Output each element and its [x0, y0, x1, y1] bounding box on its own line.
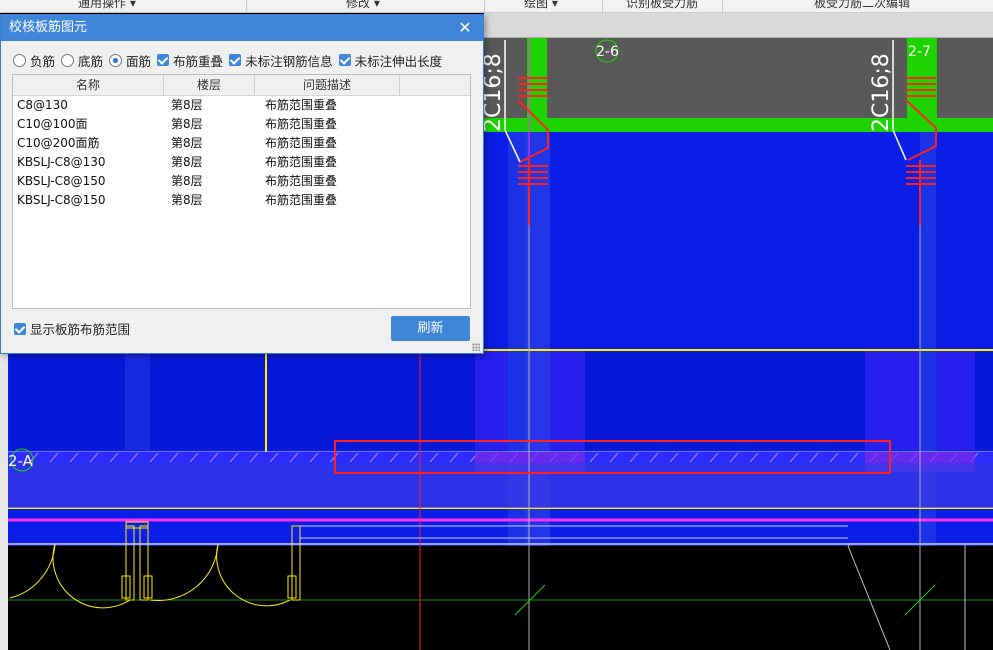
table-row[interactable]: C8@130 第8层 布筋范围重叠: [13, 96, 470, 115]
ribbon-divider: [246, 0, 247, 12]
axis-label-2-A[interactable]: 2-A: [8, 452, 34, 470]
table-row[interactable]: KBSLJ-C8@130 第8层 布筋范围重叠: [13, 153, 470, 172]
table-header: 名称 楼层 问题描述: [13, 75, 470, 96]
cell-name: C10@100面: [17, 117, 88, 131]
cell-floor: 第8层: [171, 98, 203, 112]
ribbon-divider: [484, 0, 485, 12]
radio-negative-label: 负筋: [30, 53, 56, 69]
cell-name: KBSLJ-C8@150: [17, 174, 106, 188]
checkbox-unlabeled-label: 未标注钢筋信息: [245, 53, 333, 69]
ribbon-group-general[interactable]: 通用操作 ▾: [78, 0, 136, 12]
rebar-label-left[interactable]: 2C16;8: [481, 53, 506, 132]
refresh-button[interactable]: 刷新: [391, 316, 470, 341]
cell-floor: 第8层: [171, 117, 203, 131]
radio-bottom-label: 底筋: [78, 53, 104, 69]
column-header-issue[interactable]: 问题描述: [255, 75, 400, 95]
cell-issue: 布筋范围重叠: [265, 98, 338, 112]
issues-table[interactable]: 名称 楼层 问题描述 C8@130 第8层 布筋范围重叠 C10@100面 第8…: [12, 74, 471, 309]
cell-issue: 布筋范围重叠: [265, 117, 338, 131]
checkbox-show-range[interactable]: 显示板筋布筋范围: [14, 319, 130, 338]
cell-floor: 第8层: [171, 155, 203, 169]
ribbon-recognize-rebar[interactable]: 识别板受力筋: [626, 0, 698, 12]
ribbon-group-draw[interactable]: 绘图 ▾: [524, 0, 558, 12]
table-row[interactable]: C10@200面筋 第8层 布筋范围重叠: [13, 134, 470, 153]
lower-area: [8, 546, 993, 650]
cell-issue: 布筋范围重叠: [265, 136, 338, 150]
checkbox-checked-icon[interactable]: [157, 54, 170, 66]
ribbon-rebar-edit[interactable]: 板受力筋二次编辑: [814, 0, 910, 12]
dialog-title: 校核板筋图元: [9, 20, 88, 35]
checkbox-extension-length[interactable]: 未标注伸出长度: [338, 51, 443, 70]
cell-issue: 布筋范围重叠: [265, 193, 338, 207]
ribbon-toolbar: 通用操作 ▾ 修改 ▾ 绘图 ▾ 识别板受力筋 板受力筋二次编辑: [0, 0, 993, 13]
axis-label-2-6[interactable]: 2-6: [596, 44, 619, 60]
column-2-6[interactable]: [527, 38, 547, 123]
cell-name: C8@130: [17, 98, 68, 112]
close-icon[interactable]: ✕: [457, 15, 473, 41]
checkbox-overlap-label: 布筋重叠: [173, 53, 224, 69]
cell-name: C10@200面筋: [17, 136, 100, 150]
column-header-name[interactable]: 名称: [13, 75, 164, 95]
radio-circle-icon[interactable]: [61, 53, 75, 67]
checkbox-checked-icon[interactable]: [338, 54, 351, 66]
table-row[interactable]: C10@100面 第8层 布筋范围重叠: [13, 115, 470, 134]
checkbox-checked-icon[interactable]: [229, 54, 242, 66]
radio-circle-icon[interactable]: [13, 53, 26, 67]
cell-floor: 第8层: [171, 193, 203, 207]
table-row[interactable]: KBSLJ-C8@150 第8层 布筋范围重叠: [13, 191, 470, 210]
checkbox-overlap[interactable]: 布筋重叠: [157, 51, 223, 70]
axis-label-2-7[interactable]: 2-7: [908, 44, 931, 60]
checkbox-show-range-label: 显示板筋布筋范围: [30, 322, 131, 337]
cell-name: KBSLJ-C8@130: [17, 155, 106, 169]
ribbon-group-modify[interactable]: 修改 ▾: [346, 0, 380, 12]
checkbox-checked-icon[interactable]: [14, 322, 26, 335]
table-row[interactable]: KBSLJ-C8@150 第8层 布筋范围重叠: [13, 172, 470, 191]
cell-issue: 布筋范围重叠: [265, 155, 338, 169]
cell-issue: 布筋范围重叠: [265, 174, 338, 188]
ribbon-divider: [602, 0, 603, 12]
ribbon-divider: [722, 0, 723, 12]
checkbox-unlabeled-info[interactable]: 未标注钢筋信息: [229, 51, 333, 70]
radio-bottom-rebar[interactable]: 底筋: [61, 51, 103, 70]
column-header-floor[interactable]: 楼层: [164, 75, 255, 95]
resize-grip-icon[interactable]: [472, 343, 480, 351]
checkbox-extension-label: 未标注伸出长度: [354, 53, 443, 69]
rebar-label-right[interactable]: 2C16;8: [869, 53, 894, 132]
secondary-toolbar: [484, 13, 993, 38]
filter-options: 负筋 底筋 面筋 布筋重叠 未标注钢筋信息 未标注伸出长度: [13, 50, 448, 70]
dialog-title-bar[interactable]: 校核板筋图元 ✕: [1, 15, 483, 41]
radio-selected-icon[interactable]: [109, 53, 123, 67]
cell-name: KBSLJ-C8@150: [17, 193, 106, 207]
radio-top-rebar[interactable]: 面筋: [109, 51, 151, 70]
radio-negative-rebar[interactable]: 负筋: [13, 51, 55, 70]
cell-floor: 第8层: [171, 174, 203, 188]
check-slab-rebar-dialog: 校核板筋图元 ✕ 负筋 底筋 面筋 布筋重叠 未标注钢筋信息 未标注伸出长度 名…: [0, 14, 484, 354]
radio-top-label: 面筋: [126, 53, 152, 69]
cell-floor: 第8层: [171, 136, 203, 150]
